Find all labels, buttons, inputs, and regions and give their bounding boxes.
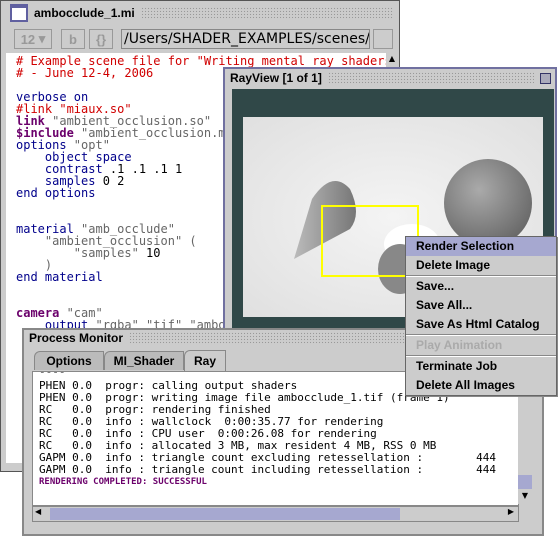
bold-button[interactable]: b xyxy=(61,29,85,49)
code-token: end material xyxy=(16,270,103,284)
process-monitor-title: Process Monitor xyxy=(29,331,124,345)
scroll-up-button[interactable]: ▲ xyxy=(386,54,398,66)
menu-save[interactable]: Save... xyxy=(406,277,556,296)
rayview-titlebar[interactable]: RayView [1 of 1] xyxy=(225,70,555,86)
editor-titlebar[interactable]: ambocclude_1.mi xyxy=(1,3,399,23)
menu-play-animation: Play Animation xyxy=(416,338,503,352)
h-scroll-thumb[interactable] xyxy=(50,508,400,520)
tab-ray[interactable]: Ray xyxy=(184,350,226,371)
code-token: 10 xyxy=(138,246,161,260)
path-field[interactable]: /Users/SHADER_EXAMPLES/scenes/am xyxy=(121,29,370,49)
menu-save-html-catalog[interactable]: Save As Html Catalog xyxy=(406,315,556,334)
code-token: 0 2 xyxy=(95,174,125,188)
maximize-icon[interactable] xyxy=(540,72,551,84)
braces-button[interactable]: {} xyxy=(89,29,113,49)
menu-delete-all-images[interactable]: Delete All Images xyxy=(406,376,556,395)
menu-save-all[interactable]: Save All... xyxy=(406,296,556,315)
tab-mi-shader[interactable]: MI_Shader xyxy=(104,351,184,370)
context-menu: Render Selection Delete Image Save... Sa… xyxy=(405,236,557,396)
tab-options[interactable]: Options xyxy=(34,351,104,370)
log-line: GAPM 0.0 info : triangle count including… xyxy=(39,463,496,476)
scroll-right-button[interactable]: ▶ xyxy=(508,507,514,516)
editor-title: ambocclude_1.mi xyxy=(34,6,135,20)
scroll-left-button[interactable]: ◀ xyxy=(35,507,41,516)
horizontal-scrollbar[interactable]: ◀ ▶ xyxy=(32,506,519,522)
code-token: # - June 12-4, 2006 xyxy=(16,66,154,80)
network-icon[interactable] xyxy=(373,29,393,49)
sphere-shape xyxy=(444,159,532,247)
window-icon xyxy=(10,4,28,22)
menu-render-selection[interactable]: Render Selection xyxy=(406,237,556,256)
rayview-title: RayView [1 of 1] xyxy=(230,71,322,85)
scroll-thumb[interactable] xyxy=(518,475,532,489)
font-size-select[interactable]: 12 ▾ xyxy=(14,29,52,49)
status-text: RENDERING COMPLETED: SUCCESSFUL xyxy=(39,477,207,487)
scroll-down-button[interactable]: ▼ xyxy=(518,491,532,500)
menu-delete-image[interactable]: Delete Image xyxy=(406,256,556,275)
code-token: end options xyxy=(16,186,96,200)
menu-terminate-job[interactable]: Terminate Job xyxy=(406,357,556,376)
